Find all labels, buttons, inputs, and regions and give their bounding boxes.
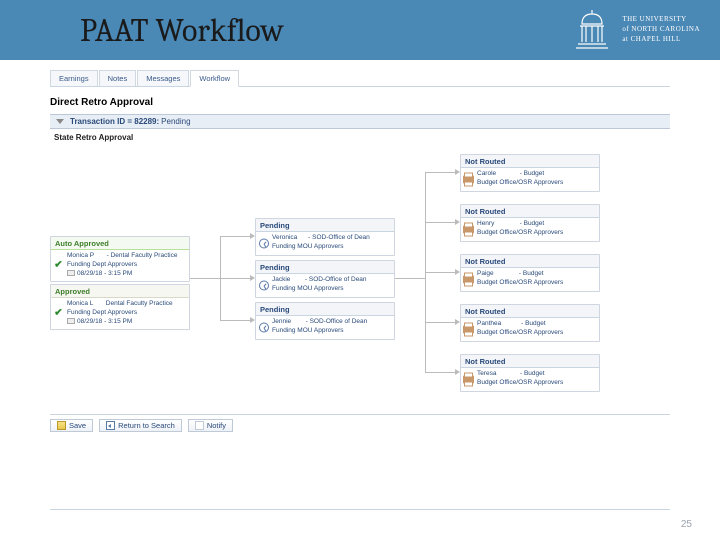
connector	[190, 278, 220, 279]
connector	[220, 320, 250, 321]
connector	[220, 236, 250, 237]
tab-earnings[interactable]: Earnings	[50, 70, 98, 86]
box-body: ✔ Monica P - Dental Faculty Practice Fun…	[51, 250, 189, 281]
notify-label: Notify	[207, 421, 226, 430]
subsection-title: State Retro Approval	[54, 133, 670, 142]
univ-line2: of NORTH CAROLINA	[622, 25, 700, 35]
transaction-status: Pending	[161, 117, 190, 126]
box-header: Not Routed	[461, 205, 599, 218]
transaction-bar[interactable]: Transaction ID = 82289: Pending	[50, 114, 670, 129]
clock-icon	[258, 322, 269, 333]
notify-icon	[195, 421, 204, 430]
university-text: THE UNIVERSITY of NORTH CAROLINA at CHAP…	[622, 15, 700, 44]
check-icon: ✔	[53, 308, 64, 319]
box-pending-1: Pending Veronica - SOD-Office of Dean Fu…	[255, 218, 395, 256]
save-icon	[57, 421, 66, 430]
box-notrouted-3: Not Routed Paige - Budget Budget Office/…	[460, 254, 600, 292]
box-body: Teresa - Budget Budget Office/OSR Approv…	[461, 368, 599, 391]
university-logo: THE UNIVERSITY of NORTH CAROLINA at CHAP…	[572, 8, 700, 52]
connector	[220, 278, 250, 279]
box-approved: Approved ✔ Monica L Dental Faculty Pract…	[50, 284, 190, 330]
clock-icon	[258, 280, 269, 291]
transaction-id-label: Transaction ID = 82289:	[70, 117, 159, 126]
printer-icon	[463, 174, 474, 185]
box-header: Pending	[256, 219, 394, 232]
printer-icon	[463, 374, 474, 385]
tab-messages[interactable]: Messages	[137, 70, 189, 86]
workflow-diagram: Auto Approved ✔ Monica P - Dental Facult…	[50, 148, 670, 408]
box-body: Panthea - Budget Budget Office/OSR Appro…	[461, 318, 599, 341]
box-header: Not Routed	[461, 155, 599, 168]
box-body: Jackie - SOD-Office of Dean Funding MOU …	[256, 274, 394, 297]
slide-header: PAAT Workflow THE UNIVERSITY of NORTH CA…	[0, 0, 720, 60]
connector	[425, 272, 455, 273]
footer-divider	[50, 509, 670, 510]
check-icon: ✔	[53, 260, 64, 271]
return-label: Return to Search	[118, 421, 175, 430]
box-header: Not Routed	[461, 255, 599, 268]
collapse-caret-icon[interactable]	[56, 119, 64, 124]
return-to-search-button[interactable]: Return to Search	[99, 419, 182, 432]
box-pending-2: Pending Jackie - SOD-Office of Dean Fund…	[255, 260, 395, 298]
tab-bar: Earnings Notes Messages Workflow	[50, 70, 670, 87]
unc-dome-icon	[572, 8, 612, 52]
connector	[425, 222, 455, 223]
box-header: Not Routed	[461, 305, 599, 318]
return-icon	[106, 421, 115, 430]
printer-icon	[463, 274, 474, 285]
connector	[425, 322, 455, 323]
save-label: Save	[69, 421, 86, 430]
box-notrouted-2: Not Routed Henry - Budget Budget Office/…	[460, 204, 600, 242]
notify-button[interactable]: Notify	[188, 419, 233, 432]
tab-workflow[interactable]: Workflow	[190, 70, 239, 87]
page-title: PAAT Workflow	[80, 12, 284, 49]
printer-icon	[463, 324, 474, 335]
box-body: Paige - Budget Budget Office/OSR Approve…	[461, 268, 599, 291]
content-area: Earnings Notes Messages Workflow Direct …	[0, 60, 720, 432]
box-body: Jennie - SOD-Office of Dean Funding MOU …	[256, 316, 394, 339]
box-pending-3: Pending Jennie - SOD-Office of Dean Fund…	[255, 302, 395, 340]
box-notrouted-1: Not Routed Carole - Budget Budget Office…	[460, 154, 600, 192]
box-body: Henry - Budget Budget Office/OSR Approve…	[461, 218, 599, 241]
box-notrouted-4: Not Routed Panthea - Budget Budget Offic…	[460, 304, 600, 342]
connector	[425, 372, 455, 373]
section-title: Direct Retro Approval	[50, 97, 670, 108]
page-number: 25	[681, 519, 692, 530]
clock-icon	[258, 238, 269, 249]
connector	[395, 278, 425, 279]
connector	[425, 172, 455, 173]
box-notrouted-5: Not Routed Teresa - Budget Budget Office…	[460, 354, 600, 392]
tab-notes[interactable]: Notes	[99, 70, 137, 86]
box-body: Carole - Budget Budget Office/OSR Approv…	[461, 168, 599, 191]
box-header: Not Routed	[461, 355, 599, 368]
save-button[interactable]: Save	[50, 419, 93, 432]
univ-line1: THE UNIVERSITY	[622, 15, 700, 25]
box-header: Pending	[256, 303, 394, 316]
box-header: Approved	[51, 285, 189, 298]
box-header: Pending	[256, 261, 394, 274]
calendar-icon	[67, 318, 75, 324]
box-auto-approved: Auto Approved ✔ Monica P - Dental Facult…	[50, 236, 190, 282]
box-header: Auto Approved	[51, 237, 189, 250]
calendar-icon	[67, 270, 75, 276]
printer-icon	[463, 224, 474, 235]
action-bar: Save Return to Search Notify	[50, 414, 670, 432]
box-body: Veronica - SOD-Office of Dean Funding MO…	[256, 232, 394, 255]
univ-line3: at CHAPEL HILL	[622, 35, 700, 45]
box-body: ✔ Monica L Dental Faculty Practice Fundi…	[51, 298, 189, 329]
